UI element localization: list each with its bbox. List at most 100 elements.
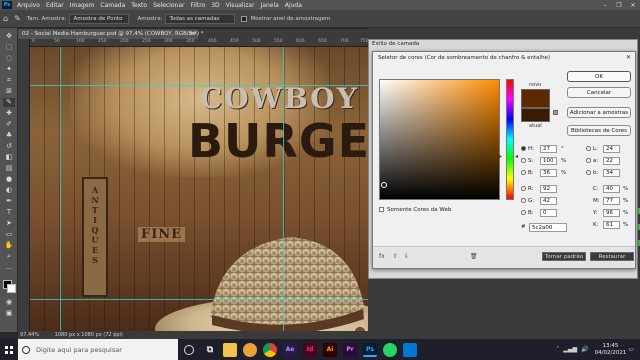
dodge-tool-icon[interactable]: ◐ [3, 186, 15, 195]
menu-3d[interactable]: 3D [208, 2, 222, 9]
menu-editar[interactable]: Editar [43, 2, 67, 9]
guide-line[interactable] [30, 85, 368, 86]
menu-arquivo[interactable]: Arquivo [14, 2, 43, 9]
shape-tool-icon[interactable]: ▭ [3, 230, 15, 239]
illustrator-icon[interactable]: Ai [323, 342, 337, 357]
menu-filtro[interactable]: Filtro [188, 2, 209, 9]
sample-size-select[interactable]: Amostra de Ponto [69, 13, 130, 24]
clock[interactable]: 13:45 04/02/2021 [595, 343, 627, 357]
eraser-tool-icon[interactable]: ◧ [3, 153, 15, 162]
zoom-level[interactable]: 97,44% [20, 332, 39, 338]
hex-input[interactable]: 5c2a00 [529, 223, 567, 232]
quick-mask-icon[interactable]: ◉ [3, 298, 15, 307]
make-default-button[interactable]: Tornar padrão [542, 252, 586, 261]
horizontal-ruler[interactable]: 0 50 100 150 200 250 300 350 400 450 500… [30, 39, 369, 47]
after-effects-icon[interactable]: Ae [283, 342, 297, 357]
stamp-tool-icon[interactable]: ♣ [3, 131, 15, 140]
trash-icon[interactable]: 🗑 [470, 253, 478, 260]
brightness-input[interactable]: 36 [540, 169, 557, 177]
cancel-button[interactable]: Cancelar [567, 87, 631, 98]
black-input[interactable]: 61 [603, 221, 620, 229]
menu-texto[interactable]: Texto [128, 2, 150, 9]
hand-tool-icon[interactable]: ✋ [3, 241, 15, 250]
menu-janela[interactable]: Janela [258, 2, 282, 9]
hue-arrow-left-icon[interactable]: ▸ [499, 154, 502, 160]
move-down-icon[interactable]: ⇩ [404, 253, 409, 260]
eyedropper-tool-icon[interactable]: ✎ [14, 14, 21, 23]
yellow-input[interactable]: 96 [603, 209, 620, 217]
background-color-swatch[interactable] [7, 284, 16, 293]
menu-visualizar[interactable]: Visualizar [223, 2, 258, 9]
mail-icon[interactable] [403, 342, 417, 357]
color-field-cursor[interactable] [381, 182, 387, 188]
current-color-swatch[interactable] [521, 108, 550, 122]
show-ring-checkbox[interactable] [241, 15, 248, 22]
cyan-input[interactable]: 40 [603, 185, 620, 193]
history-brush-icon[interactable]: ↺ [3, 142, 15, 151]
web-colors-option[interactable]: Somente Cores da Web [379, 207, 451, 213]
color-libraries-button[interactable]: Bibliotecas de Cores [567, 125, 631, 136]
web-colors-checkbox[interactable] [379, 207, 384, 212]
green-radio[interactable] [521, 198, 526, 203]
chevron-up-icon[interactable]: ˄ [556, 346, 559, 353]
frame-tool-icon[interactable]: ⊠ [3, 87, 15, 96]
guide-line[interactable] [60, 47, 61, 331]
blur-tool-icon[interactable]: ● [3, 175, 15, 184]
lab-a-input[interactable]: 22 [603, 157, 620, 165]
eyedropper-icon[interactable]: ✎ [3, 98, 15, 107]
home-icon[interactable]: ⌂ [3, 14, 8, 23]
blue-input[interactable]: 0 [540, 209, 557, 217]
hue-arrow-right-icon[interactable]: ◂ [515, 154, 518, 160]
type-tool-icon[interactable]: T [3, 208, 15, 217]
brush-tool-icon[interactable]: ✐ [3, 120, 15, 129]
lasso-tool-icon[interactable]: ◌ [3, 54, 15, 63]
indesign-icon[interactable]: Id [303, 342, 317, 357]
guide-line[interactable] [30, 299, 368, 300]
red-radio[interactable] [521, 186, 526, 191]
green-input[interactable]: 42 [540, 197, 557, 205]
file-explorer-icon[interactable] [223, 342, 237, 357]
gradient-tool-icon[interactable]: ▤ [3, 164, 15, 173]
windows-start-button[interactable] [0, 339, 18, 360]
red-input[interactable]: 92 [540, 185, 557, 193]
taskbar-search[interactable]: Digite aqui para pesquisar [18, 339, 178, 360]
add-to-swatches-button[interactable]: Adicionar a amostras [567, 107, 631, 118]
hue-radio[interactable] [521, 146, 526, 151]
menu-camada[interactable]: Camada [97, 2, 128, 9]
document-canvas[interactable]: COWBOY BURGER ANTIQUES FINE [30, 47, 368, 331]
guide-line[interactable] [283, 47, 284, 331]
chrome-icon[interactable] [263, 342, 277, 357]
healing-brush-icon[interactable]: ✚ [3, 109, 15, 118]
blue-radio[interactable] [521, 210, 526, 215]
path-select-icon[interactable]: ➤ [3, 219, 15, 228]
whatsapp-icon[interactable] [383, 342, 397, 357]
hue-input[interactable]: 27 [540, 145, 557, 153]
menu-selecionar[interactable]: Selecionar [150, 2, 187, 9]
color-field[interactable] [379, 79, 500, 200]
menu-imagem[interactable]: Imagem [67, 2, 98, 9]
saturation-radio[interactable] [521, 158, 526, 163]
volume-icon[interactable]: 🔊 [581, 346, 588, 353]
cortana-icon[interactable] [184, 344, 194, 355]
move-tool-icon[interactable]: ✥ [3, 32, 15, 41]
brightness-radio[interactable] [521, 170, 526, 175]
out-of-gamut-icon[interactable] [553, 110, 558, 115]
minimize-button[interactable]: – [598, 2, 612, 9]
screen-mode-icon[interactable]: ▣ [3, 309, 15, 318]
sample-select[interactable]: Todas as camadas [165, 13, 236, 24]
reset-default-button[interactable]: Restaurar padrão [590, 252, 634, 268]
document-tab[interactable]: 02 - Social Media Hamburguer.psd @ 97,4%… [18, 29, 204, 39]
ok-button[interactable]: OK [567, 71, 631, 82]
task-view-icon[interactable]: ⧉ [203, 343, 217, 357]
more-tools-icon[interactable]: … [3, 263, 15, 272]
saturation-input[interactable]: 100 [540, 157, 557, 165]
vertical-ruler[interactable] [18, 39, 30, 331]
crop-tool-icon[interactable]: ⌗ [3, 76, 15, 85]
close-tab-icon[interactable]: × [189, 29, 194, 39]
close-icon[interactable]: ✕ [626, 54, 631, 61]
premiere-icon[interactable]: Pr [343, 342, 357, 357]
menu-ajuda[interactable]: Ajuda [282, 2, 305, 9]
quick-select-tool-icon[interactable]: ✦ [3, 65, 15, 74]
network-icon[interactable]: ▂▄▆ [563, 346, 577, 353]
photoshop-icon[interactable]: Ps [363, 342, 377, 357]
